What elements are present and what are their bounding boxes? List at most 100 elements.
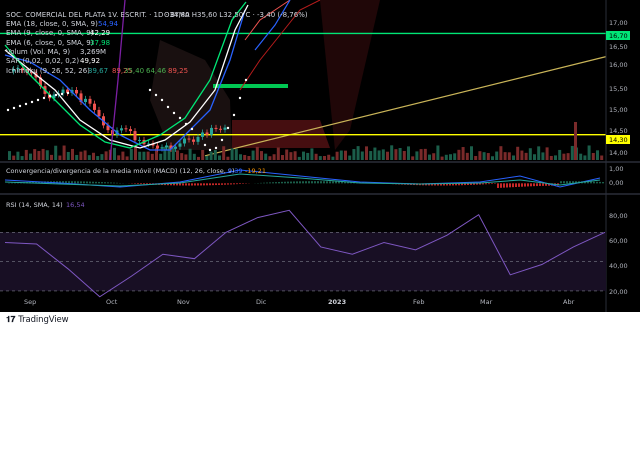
macd-histogram-bar bbox=[290, 182, 292, 184]
volume-bar bbox=[567, 153, 570, 160]
macd-histogram-bar bbox=[533, 183, 535, 186]
macd-histogram-bar bbox=[203, 183, 205, 185]
volume-bar bbox=[512, 155, 515, 160]
macd-histogram-bar bbox=[593, 182, 595, 184]
ema18-label[interactable]: EMA (18, close, 0, SMA, 9) bbox=[6, 20, 98, 28]
candle-body bbox=[120, 128, 123, 130]
volume-bar bbox=[390, 145, 393, 160]
volume-bar bbox=[352, 149, 355, 160]
macd-histogram-bar bbox=[518, 183, 520, 187]
sar-dot bbox=[19, 105, 21, 107]
volume-bar bbox=[67, 152, 70, 160]
volume-bar bbox=[117, 155, 120, 160]
volume-bar bbox=[369, 151, 372, 160]
macd-histogram-bar bbox=[116, 183, 118, 184]
sar-dot bbox=[185, 123, 187, 125]
macd-histogram-bar bbox=[242, 183, 244, 184]
macd-histogram-bar bbox=[293, 181, 295, 183]
volume-bar bbox=[239, 154, 242, 160]
macd-histogram-bar bbox=[503, 183, 505, 187]
volume-bar bbox=[583, 155, 586, 160]
macd-histogram-bar bbox=[104, 182, 106, 183]
volume-bar bbox=[508, 152, 511, 160]
rsi-axis-tick: 60,00 bbox=[609, 237, 628, 245]
volume-bar bbox=[105, 151, 108, 160]
macd-histogram-bar bbox=[311, 181, 313, 183]
rsi-axis-tick: 40,00 bbox=[609, 262, 628, 270]
macd-histogram-bar bbox=[299, 181, 301, 183]
volume-bar bbox=[37, 151, 40, 160]
candle-body bbox=[134, 131, 137, 140]
candle-body bbox=[188, 139, 191, 140]
macd-histogram-bar bbox=[11, 183, 13, 184]
sar-dot bbox=[43, 97, 45, 99]
candle-body bbox=[224, 128, 227, 130]
volume-bar bbox=[310, 148, 313, 160]
sar-dot bbox=[49, 95, 51, 97]
macd-histogram-bar bbox=[197, 183, 199, 185]
tradingview-chart[interactable]: SOC. COMERCIAL DEL PLATA 1V. ESCRIT. · 1… bbox=[0, 0, 640, 457]
candle-body bbox=[210, 128, 213, 135]
time-axis-label: Abr bbox=[563, 298, 575, 306]
macd-histogram-bar bbox=[194, 183, 196, 185]
volume-bar bbox=[436, 145, 439, 160]
candle-body bbox=[138, 140, 141, 141]
volume-label[interactable]: Volum (Vol. MA, 9) bbox=[6, 48, 70, 56]
macd-value-2: -19,21 bbox=[245, 167, 266, 175]
volume-bar bbox=[172, 148, 175, 160]
volume-bar bbox=[273, 154, 276, 160]
macd-histogram-bar bbox=[302, 181, 304, 183]
rsi-label[interactable]: RSI (14, SMA, 14) bbox=[6, 201, 63, 209]
macd-histogram-bar bbox=[602, 182, 604, 183]
ema6-label[interactable]: EMA (6, close, 0, SMA, 9) bbox=[6, 39, 94, 47]
volume-value: 3,269M bbox=[80, 48, 106, 56]
ema18-value: 54,94 bbox=[98, 20, 119, 28]
volume-bar bbox=[21, 156, 24, 160]
sar-label[interactable]: SAR (0,02, 0,02, 0,2) bbox=[6, 57, 79, 65]
macd-histogram-bar bbox=[206, 183, 208, 185]
volume-bar bbox=[499, 146, 502, 160]
time-axis-label: Nov bbox=[177, 298, 190, 306]
symbol-title[interactable]: SOC. COMERCIAL DEL PLATA 1V. ESCRIT. · 1… bbox=[6, 11, 190, 19]
sar-dot bbox=[37, 99, 39, 101]
volume-bar bbox=[533, 154, 536, 160]
volume-bar bbox=[285, 150, 288, 160]
volume-bar bbox=[29, 154, 32, 160]
rsi-axis-tick: 80,00 bbox=[609, 212, 628, 220]
volume-bar bbox=[562, 154, 565, 160]
sar-dot bbox=[155, 94, 157, 96]
volume-bar bbox=[71, 149, 74, 160]
volume-bar bbox=[210, 152, 213, 160]
macd-histogram-bar bbox=[599, 182, 601, 183]
volume-bar bbox=[226, 157, 229, 160]
price-tick: 14,00 bbox=[609, 149, 628, 157]
sar-dot bbox=[31, 101, 33, 103]
volume-bar bbox=[331, 157, 334, 160]
macd-histogram-bar bbox=[515, 183, 517, 187]
ema9-label[interactable]: EMA (9, close, 0, SMA, 9) bbox=[6, 29, 94, 37]
volume-bar bbox=[113, 148, 116, 160]
macd-histogram-bar bbox=[332, 181, 334, 183]
macd-histogram-bar bbox=[524, 183, 526, 186]
tradingview-logo[interactable]: 𝟏𝟕TradingView bbox=[6, 315, 69, 325]
volume-bar bbox=[373, 148, 376, 160]
macd-label[interactable]: Convergencia/divergencia de la media móv… bbox=[6, 167, 235, 175]
volume-bar bbox=[268, 156, 271, 160]
sar-dot bbox=[67, 92, 69, 94]
ema6-value: 37,98 bbox=[90, 39, 110, 47]
rsi-value: 16,54 bbox=[66, 201, 85, 209]
macd-histogram-bar bbox=[563, 181, 565, 183]
macd-histogram-bar bbox=[512, 183, 514, 187]
macd-histogram-bar bbox=[479, 183, 481, 184]
macd-histogram-bar bbox=[488, 183, 490, 184]
volume-bar bbox=[75, 155, 78, 160]
ichimoku-label[interactable]: Ichimoku (9, 26, 52, 26) bbox=[6, 67, 90, 75]
macd-histogram-bar bbox=[86, 182, 88, 184]
volume-bar bbox=[394, 149, 397, 160]
volume-bar bbox=[520, 151, 523, 160]
sar-dot bbox=[25, 103, 27, 105]
volume-bar bbox=[231, 149, 234, 160]
macd-histogram-bar bbox=[137, 183, 139, 184]
volume-bar bbox=[554, 155, 557, 160]
volume-bar bbox=[25, 150, 28, 160]
